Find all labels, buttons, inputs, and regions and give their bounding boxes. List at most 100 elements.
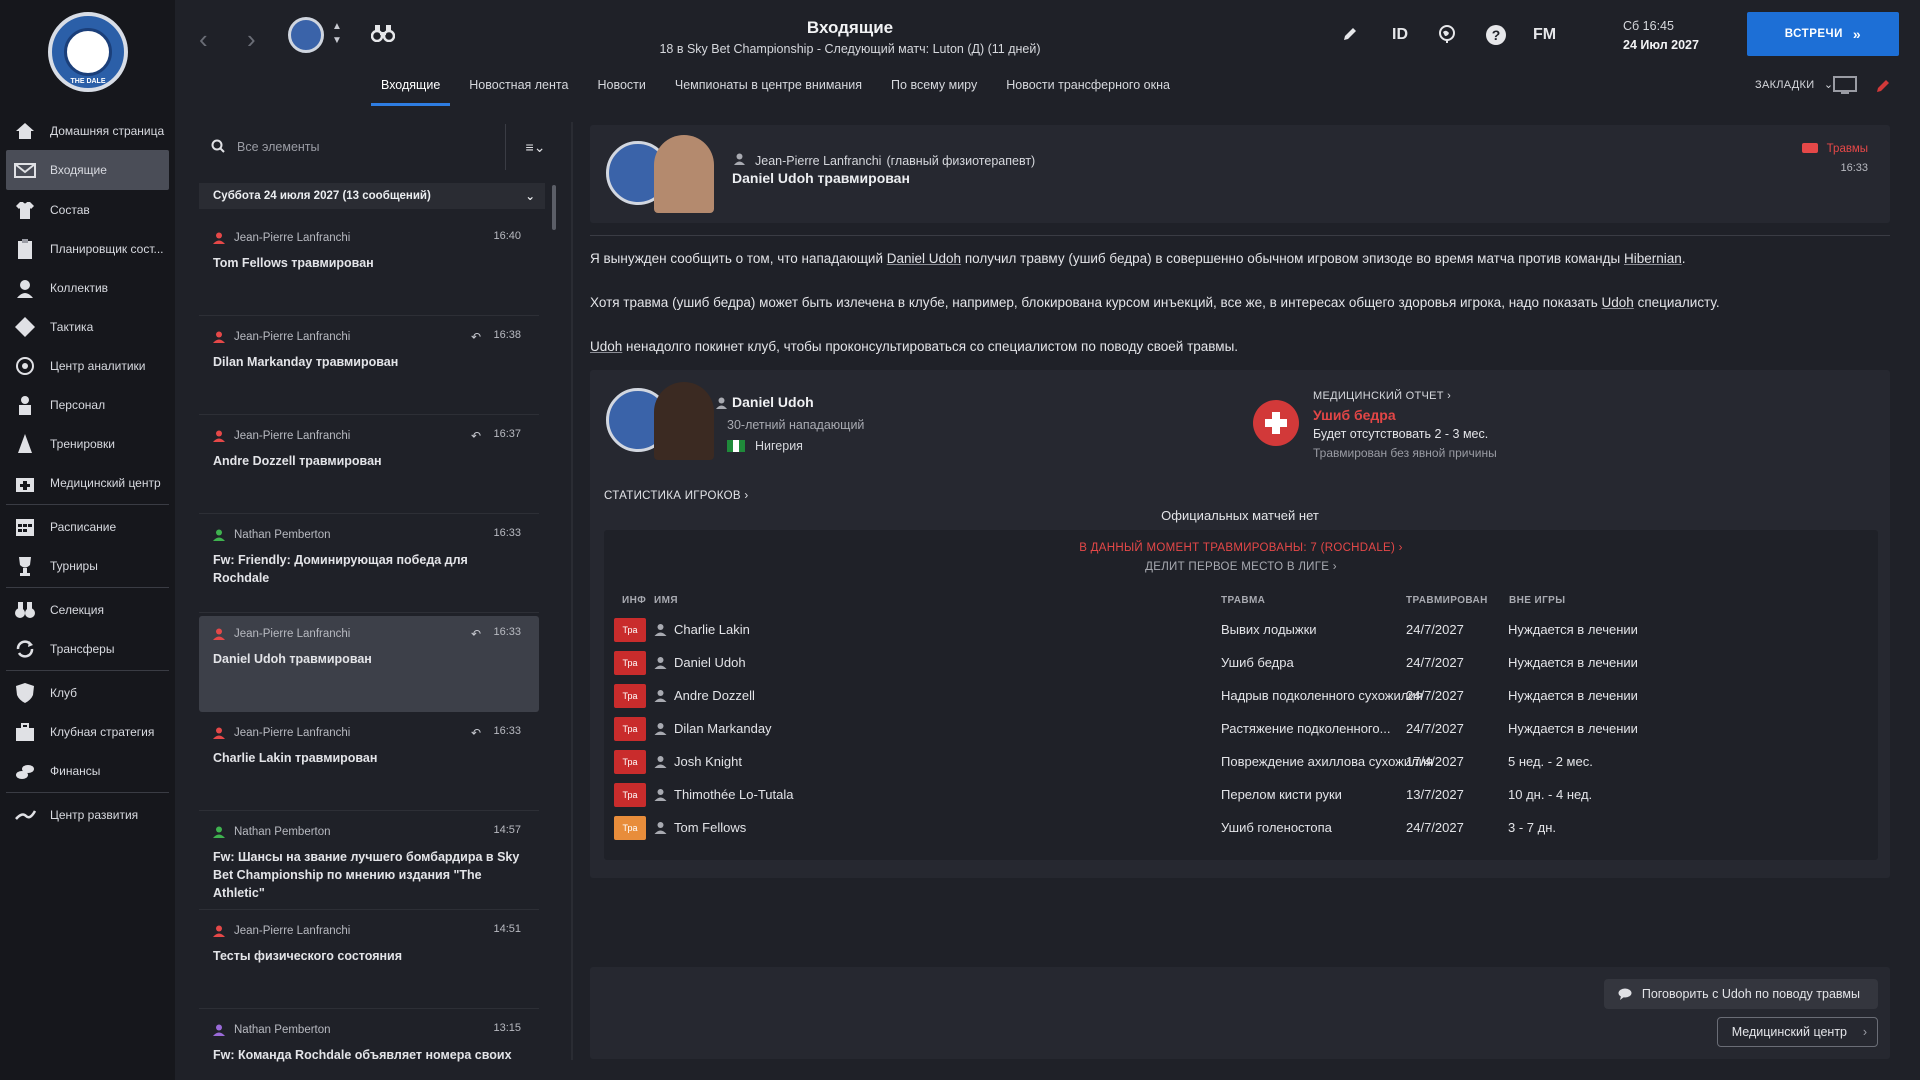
injury-badge[interactable]: Тра: [614, 684, 646, 708]
fm-icon[interactable]: FM: [1533, 26, 1556, 44]
player-injury-card: Daniel Udoh 30-летний нападающий Нигерия…: [590, 370, 1890, 878]
message-subject: Charlie Lakin травмирован: [213, 751, 378, 765]
sidebar-item-13[interactable]: Трансферы: [0, 629, 175, 668]
out-duration-cell: Нуждается в лечении: [1508, 655, 1638, 670]
sidebar-item-10[interactable]: Расписание: [0, 507, 175, 546]
message-tag[interactable]: Травмы: [1802, 143, 1868, 155]
sidebar-item-11[interactable]: Турниры: [0, 546, 175, 585]
globe-icon[interactable]: [1437, 24, 1457, 49]
message-sender: Jean-Pierre Lanfranchi: [234, 331, 351, 343]
player-name-cell[interactable]: Daniel Udoh: [674, 655, 746, 670]
sidebar-item-9[interactable]: Медицинский центр: [0, 463, 175, 502]
inbox-message[interactable]: Jean-Pierre Lanfranchi ↶ 16:33 Charlie Laki…: [199, 715, 539, 811]
meetings-button[interactable]: ВСТРЕЧИ »: [1747, 12, 1899, 56]
filter-menu-button[interactable]: ≡⌄: [505, 124, 565, 170]
inbox-message[interactable]: Jean-Pierre Lanfranchi 14:51 Тесты физичес…: [199, 913, 539, 1009]
player-stats-link[interactable]: СТАТИСТИКА ИГРОКОВ ›: [604, 490, 748, 502]
player-name-cell[interactable]: Andre Dozzell: [674, 688, 755, 703]
col-info[interactable]: ИНФ: [622, 595, 646, 606]
inbox-message[interactable]: Jean-Pierre Lanfranchi ↶ 16:37 Andre Dozzel…: [199, 418, 539, 514]
page-subtitle[interactable]: 18 в Sky Bet Championship - Следующий ма…: [175, 42, 1525, 56]
bookmarks-menu[interactable]: ЗАКЛАДКИ ⌄: [1755, 78, 1833, 91]
table-row[interactable]: Тра Dilan Markanday Растяжение подколенног…: [614, 713, 1868, 746]
injury-badge[interactable]: Тра: [614, 717, 646, 741]
col-injury[interactable]: ТРАВМА: [1221, 595, 1265, 606]
monitor-icon[interactable]: [1833, 76, 1857, 99]
inbox-message[interactable]: Nathan Pemberton 13:15 Fw: Команда Rochdal…: [199, 1012, 539, 1080]
sidebar-item-6[interactable]: Центр аналитики: [0, 346, 175, 385]
list-scrollbar[interactable]: [552, 185, 556, 230]
injury-badge[interactable]: Тра: [614, 750, 646, 774]
message-time: 14:57: [493, 824, 521, 836]
club-crest-logo[interactable]: THE DALE: [48, 12, 128, 92]
injury-badge[interactable]: Тра: [614, 618, 646, 642]
table-row[interactable]: Тра Charlie Lakin Вывих лодыжки 24/7/2027 Ну…: [614, 614, 1868, 647]
chevron-right-icon: ›: [740, 490, 749, 502]
player-name-cell[interactable]: Charlie Lakin: [674, 622, 750, 637]
table-row[interactable]: Тра Thimothée Lo-Tutala Перелом кисти руки…: [614, 779, 1868, 812]
id-icon[interactable]: ID: [1392, 26, 1408, 44]
sidebar-item-15[interactable]: Клубная стратегия: [0, 712, 175, 751]
sidebar-item-1[interactable]: Входящие: [6, 150, 169, 190]
inbox-message[interactable]: Nathan Pemberton 14:57 Fw: Шансы на звание…: [199, 814, 539, 910]
col-injured-date[interactable]: ТРАВМИРОВАН: [1406, 595, 1488, 606]
sidebar-item-12[interactable]: Селекция: [0, 590, 175, 629]
message-group-header[interactable]: Суббота 24 июля 2027 (13 сообщений) ⌄: [199, 183, 545, 209]
sidebar-item-8[interactable]: Тренировки: [0, 424, 175, 463]
injury-badge[interactable]: Тра: [614, 651, 646, 675]
player-link[interactable]: Udoh: [1602, 295, 1634, 310]
message-sender[interactable]: Jean-Pierre Lanfranchi (главный физиотер…: [734, 153, 1035, 168]
binoculars-icon: [14, 599, 36, 621]
player-name-cell[interactable]: Josh Knight: [674, 754, 742, 769]
sidebar-item-3[interactable]: Планировщик сост...: [0, 229, 175, 268]
table-row[interactable]: Тра Andre Dozzell Надрыв подколенного сухо…: [614, 680, 1868, 713]
search-input[interactable]: Все элементы: [199, 124, 505, 170]
sidebar-item-7[interactable]: Персонал: [0, 385, 175, 424]
sidebar-item-14[interactable]: Клуб: [0, 673, 175, 712]
inbox-message[interactable]: Jean-Pierre Lanfranchi ↶ 16:38 Dilan Markan…: [199, 319, 539, 415]
message-sender: Nathan Pemberton: [234, 1024, 331, 1036]
current-injuries-link[interactable]: В ДАННЫЙ МОМЕНТ ТРАВМИРОВАНЫ: 7 (ROCHDAL…: [604, 542, 1878, 554]
tab-0[interactable]: Входящие: [371, 76, 451, 106]
player-photo[interactable]: [654, 382, 714, 460]
tab-3[interactable]: Чемпионаты в центре внимания: [665, 76, 872, 106]
player-name-cell[interactable]: Thimothée Lo-Tutala: [674, 787, 793, 802]
sidebar-item-5[interactable]: Тактика: [0, 307, 175, 346]
player-name[interactable]: Daniel Udoh: [716, 394, 814, 410]
sidebar-item-2[interactable]: Состав: [0, 190, 175, 229]
talk-about-injury-button[interactable]: Поговорить с Udoh по поводу травмы: [1603, 979, 1878, 1009]
table-row[interactable]: Тра Daniel Udoh Ушиб бедра 24/7/2027 Нуждает…: [614, 647, 1868, 680]
player-link[interactable]: Daniel Udoh: [887, 251, 961, 266]
sidebar-item-17[interactable]: Центр развития: [0, 795, 175, 834]
league-rank-link[interactable]: ДЕЛИТ ПЕРВОЕ МЕСТО В ЛИГЕ ›: [604, 561, 1878, 573]
table-row[interactable]: Тра Tom Fellows Ушиб голеностопа 24/7/2027 3…: [614, 812, 1868, 845]
tab-1[interactable]: Новостная лента: [459, 76, 578, 106]
tab-5[interactable]: Новости трансферного окна: [996, 76, 1180, 106]
injury-badge[interactable]: Тра: [614, 783, 646, 807]
sender-photo[interactable]: [654, 135, 714, 213]
medical-center-button[interactable]: Медицинский центр ›: [1716, 1017, 1878, 1047]
player-nation[interactable]: Нигерия: [727, 439, 803, 453]
inbox-message[interactable]: Nathan Pemberton 16:33 Fw: Friendly: Домин…: [199, 517, 539, 613]
inbox-message[interactable]: Jean-Pierre Lanfranchi 16:40 Tom Fellows т…: [199, 220, 539, 316]
sidebar-item-0[interactable]: Домашняя страница: [0, 111, 175, 150]
inbox-message[interactable]: Jean-Pierre Lanfranchi ↶ 16:33 Daniel Udoh …: [199, 616, 539, 712]
tab-2[interactable]: Новости: [587, 76, 655, 106]
medical-report-link[interactable]: МЕДИЦИНСКИЙ ОТЧЕТ ›: [1313, 390, 1451, 402]
col-name[interactable]: ИМЯ: [654, 595, 678, 606]
pencil-icon[interactable]: [1342, 26, 1358, 47]
game-date[interactable]: Сб 16:45 24 Июл 2027: [1623, 17, 1699, 55]
help-icon[interactable]: ?: [1485, 24, 1507, 51]
player-link[interactable]: Udoh: [590, 339, 622, 354]
club-link[interactable]: Hibernian: [1624, 251, 1682, 266]
sidebar-item-4[interactable]: Коллектив: [0, 268, 175, 307]
sidebar-item-16[interactable]: Финансы: [0, 751, 175, 790]
injured-date-cell: 24/7/2027: [1406, 655, 1464, 670]
player-name-cell[interactable]: Dilan Markanday: [674, 721, 772, 736]
player-name-cell[interactable]: Tom Fellows: [674, 820, 746, 835]
tab-4[interactable]: По всему миру: [881, 76, 987, 106]
col-out[interactable]: ВНЕ ИГРЫ: [1509, 595, 1565, 606]
table-row[interactable]: Тра Josh Knight Повреждение ахиллова сухож…: [614, 746, 1868, 779]
red-pencil-icon[interactable]: [1875, 78, 1891, 97]
injury-badge[interactable]: Тра: [614, 816, 646, 840]
